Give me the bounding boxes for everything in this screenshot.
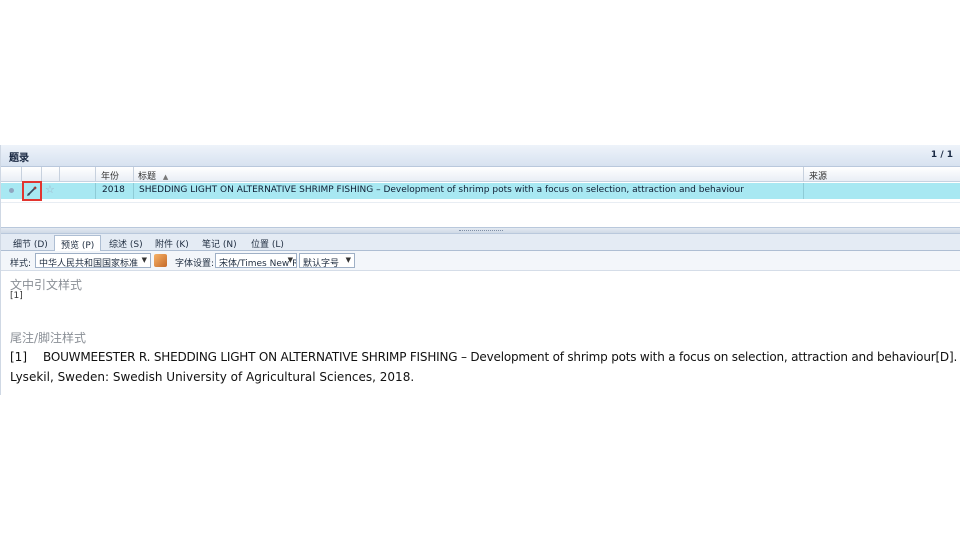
column-header-source[interactable]: 来源 (809, 169, 827, 182)
style-label: 样式: (10, 259, 32, 269)
font-size-select-value: 默认字号 (303, 259, 340, 268)
grip-icon (459, 230, 503, 232)
grid-header: 年份 标题 ▲ 来源 (1, 167, 960, 182)
style-select-value: 中华人民共和国国家标准 (39, 259, 139, 268)
style-manager-icon[interactable] (154, 254, 167, 267)
splitter-handle[interactable] (1, 227, 960, 234)
column-header-title-label: 标题 (138, 172, 157, 182)
reference-text-line-2: Lysekil, Sweden: Swedish University of A… (10, 370, 415, 384)
reference-text-line-1: BOUWMEESTER R. SHEDDING LIGHT ON ALTERNA… (43, 350, 958, 364)
detail-tabs: 细节 (D) 预览 (P) 综述 (S) 附件 (K) 笔记 (N) 位置 (L… (1, 234, 960, 251)
chevron-down-icon: ▼ (345, 256, 351, 264)
chevron-down-icon: ▼ (287, 256, 293, 264)
page-indicator: 1 / 1 (930, 150, 953, 160)
sort-ascending-icon: ▲ (162, 173, 169, 181)
intext-citation: [1] (10, 291, 23, 301)
star-icon[interactable]: ☆ (45, 183, 55, 196)
footnote-style-heading: 尾注/脚注样式 (10, 331, 87, 345)
font-select-value: 宋体/Times New Roman (219, 259, 296, 268)
font-label: 字体设置: (175, 259, 215, 269)
tab-attachments[interactable]: 附件 (K) (149, 235, 195, 250)
tab-summary[interactable]: 综述 (S) (103, 235, 149, 250)
style-select[interactable]: 中华人民共和国国家标准 ▼ (35, 253, 151, 268)
cell-year: 2018 (102, 185, 125, 195)
citation-preview: 文中引文样式 [1] 尾注/脚注样式 [1] BOUWMEESTER R. SH… (1, 272, 960, 395)
font-size-select[interactable]: 默认字号 ▼ (299, 253, 355, 268)
tab-location[interactable]: 位置 (L) (245, 235, 290, 250)
dot-icon (9, 188, 14, 193)
tab-preview[interactable]: 预览 (P) (54, 235, 102, 251)
chevron-down-icon: ▼ (141, 256, 147, 264)
column-header-year[interactable]: 年份 (101, 169, 119, 182)
grid-empty-area (1, 202, 960, 203)
tab-details[interactable]: 细节 (D) (7, 235, 54, 250)
pen-icon[interactable] (25, 184, 39, 198)
table-row[interactable]: ☆ 2018 SHEDDING LIGHT ON ALTERNATIVE SHR… (1, 181, 960, 201)
tab-notes[interactable]: 笔记 (N) (196, 235, 243, 250)
preview-toolbar: 样式: 中华人民共和国国家标准 ▼ 字体设置: 宋体/Times New Rom… (1, 251, 960, 271)
references-panel: 题录 1 / 1 年份 标题 ▲ 来源 ☆ 2018 SHEDDING LIGH… (0, 145, 960, 395)
cell-title: SHEDDING LIGHT ON ALTERNATIVE SHRIMP FIS… (139, 185, 744, 195)
pane-header: 题录 1 / 1 (1, 145, 960, 167)
font-select[interactable]: 宋体/Times New Roman ▼ (215, 253, 297, 268)
reference-number: [1] (10, 350, 27, 364)
pane-title: 题录 (9, 153, 29, 164)
column-header-title[interactable]: 标题 ▲ (138, 169, 168, 182)
